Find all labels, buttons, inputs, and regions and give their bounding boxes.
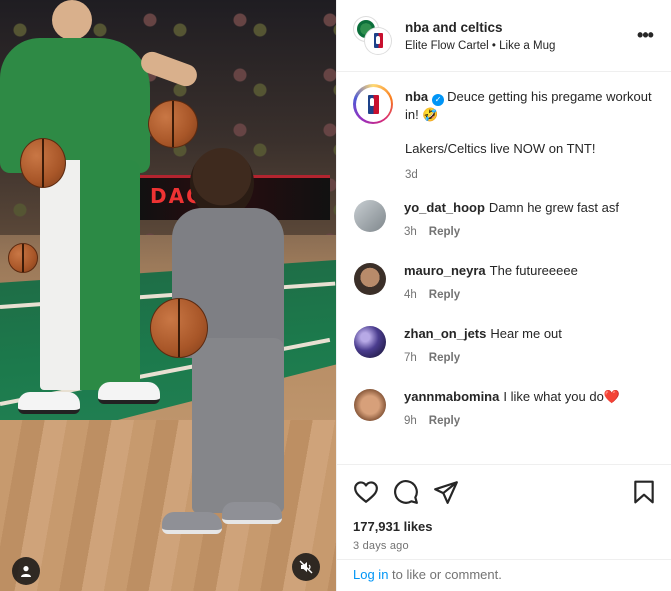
comment-item: mauro_neyra The futureeeee 4h Reply xyxy=(353,261,657,304)
comment-item: yo_dat_hoop Damn he grew fast asf 3h Reply xyxy=(353,198,657,241)
login-bar: Log in to like or comment. xyxy=(337,559,671,591)
user-tag-icon[interactable] xyxy=(12,557,40,585)
comment-time[interactable]: 9h xyxy=(404,415,417,427)
comment-username[interactable]: yo_dat_hoop xyxy=(404,200,485,215)
more-options-icon[interactable]: ••• xyxy=(633,24,657,48)
audio-track[interactable]: Elite Flow Cartel • Like a Mug xyxy=(405,40,633,52)
nba-avatar[interactable] xyxy=(365,27,391,54)
caption-text-line2: Lakers/Celtics live NOW on TNT! xyxy=(405,141,596,156)
send-icon[interactable] xyxy=(433,479,459,505)
post-sidebar: nba and celtics Elite Flow Cartel • Like… xyxy=(336,0,671,591)
bookmark-icon[interactable] xyxy=(631,479,657,505)
action-row xyxy=(353,479,657,505)
player-shoe xyxy=(18,392,80,414)
caption-time[interactable]: 3d xyxy=(405,166,657,184)
nba-logo-icon xyxy=(373,33,383,48)
reply-button[interactable]: Reply xyxy=(429,289,460,301)
comment-text: Damn he grew fast asf xyxy=(488,200,619,215)
basketball xyxy=(148,100,198,148)
comment-avatar[interactable] xyxy=(354,389,386,421)
instagram-post: DACC nba and celtics Elite Flow Cartel •… xyxy=(0,0,671,591)
post-authors[interactable]: nba and celtics xyxy=(405,20,633,35)
comment-time[interactable]: 4h xyxy=(404,289,417,301)
comment-time[interactable]: 7h xyxy=(404,352,417,364)
comment-item: yannmabomina I like what you do❤️ 9h Reply xyxy=(353,387,657,430)
hardwood-floor xyxy=(0,420,336,591)
basketball xyxy=(20,138,66,188)
comment-username[interactable]: mauro_neyra xyxy=(404,263,486,278)
mute-icon[interactable] xyxy=(292,553,320,581)
heart-icon[interactable] xyxy=(353,479,379,505)
comment-text: I like what you do xyxy=(503,389,604,404)
comments-section: nba ✓ Deuce getting his pregame workout in… xyxy=(337,72,671,464)
header-text: nba and celtics Elite Flow Cartel • Like… xyxy=(405,20,633,52)
player-shoe xyxy=(98,382,160,404)
basketball xyxy=(150,298,208,358)
comment-time[interactable]: 3h xyxy=(404,226,417,238)
post-media[interactable]: DACC xyxy=(0,0,336,591)
player-head xyxy=(52,0,92,40)
nba-logo-icon xyxy=(367,94,379,114)
collab-avatars[interactable] xyxy=(353,15,393,56)
reply-button[interactable]: Reply xyxy=(429,226,460,238)
comment-username[interactable]: zhan_on_jets xyxy=(404,326,486,341)
reply-button[interactable]: Reply xyxy=(429,352,460,364)
comment-username[interactable]: yannmabomina xyxy=(404,389,499,404)
reply-button[interactable]: Reply xyxy=(429,415,460,427)
comment-item: zhan_on_jets Hear me out 7h Reply xyxy=(353,324,657,367)
login-link[interactable]: Log in xyxy=(353,567,388,582)
kid-shoe xyxy=(162,512,222,534)
verified-badge-icon: ✓ xyxy=(432,94,445,106)
caption-body: nba ✓ Deuce getting his pregame workout in… xyxy=(405,84,657,184)
kid-shoe xyxy=(222,502,282,524)
heart-emoji: ❤️ xyxy=(603,389,620,404)
post-date[interactable]: 3 days ago xyxy=(353,540,657,552)
caption-username[interactable]: nba xyxy=(405,89,428,104)
comment-avatar[interactable] xyxy=(354,263,386,295)
login-prompt: to like or comment. xyxy=(388,567,502,582)
basketball xyxy=(8,243,38,273)
comment-icon[interactable] xyxy=(393,479,419,505)
like-count[interactable]: 177,931 likes xyxy=(353,519,657,534)
post-caption: nba ✓ Deuce getting his pregame workout in… xyxy=(353,84,657,184)
comment-avatar[interactable] xyxy=(354,326,386,358)
comment-avatar[interactable] xyxy=(354,200,386,232)
comment-text: Hear me out xyxy=(490,326,562,341)
caption-avatar[interactable] xyxy=(353,84,393,124)
caption-text: Deuce getting his pregame workout in! 🤣 xyxy=(405,89,652,122)
kid-pants xyxy=(192,338,284,513)
player-pants xyxy=(40,160,140,390)
post-header: nba and celtics Elite Flow Cartel • Like… xyxy=(337,0,671,72)
comment-text: The futureeeee xyxy=(489,263,578,278)
